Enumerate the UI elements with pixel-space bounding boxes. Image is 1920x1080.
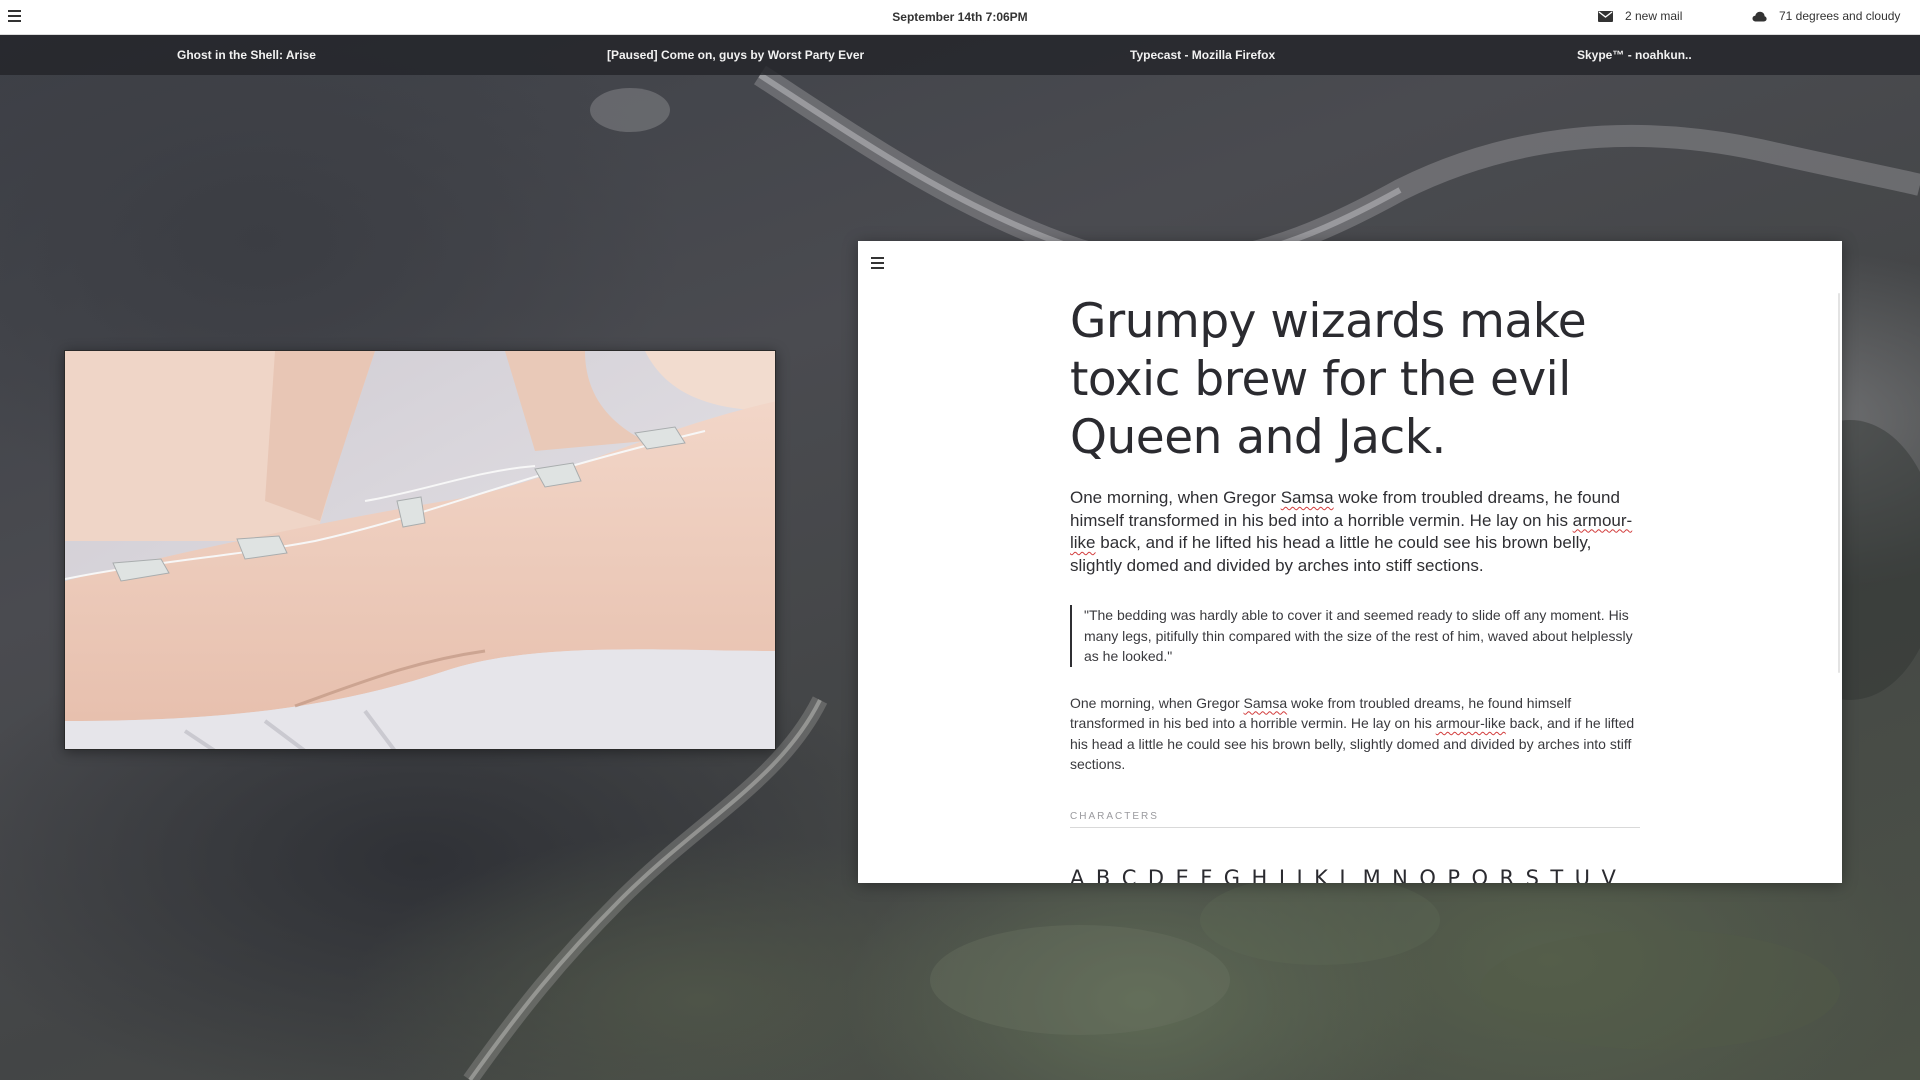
misspelled-word[interactable]: Samsa — [1281, 488, 1334, 507]
hamburger-icon[interactable] — [8, 10, 24, 24]
blockquote: "The bedding was hardly able to cover it… — [1070, 605, 1640, 667]
lead-text: back, and if he lifted his head a little… — [1070, 533, 1592, 575]
misspelled-word[interactable]: armour-like — [1436, 715, 1506, 731]
clock[interactable]: September 14th 7:06PM — [892, 10, 1027, 24]
page-title: Grumpy wizards make toxic brew for the e… — [1070, 294, 1587, 465]
mail-icon — [1598, 10, 1613, 22]
top-panel: September 14th 7:06PM 2 new mail 71 degr… — [0, 0, 1920, 35]
hamburger-icon[interactable] — [871, 257, 887, 271]
section-heading: CHARACTERS — [1070, 811, 1640, 828]
mail-label: 2 new mail — [1625, 9, 1683, 23]
task-ghost-in-the-shell[interactable]: Ghost in the Shell: Arise — [177, 48, 316, 62]
lead-text: One morning, when Gregor — [1070, 488, 1281, 507]
mail-indicator[interactable]: 2 new mail — [1598, 9, 1682, 23]
body-paragraph: One morning, when Gregor Samsa woke from… — [1070, 693, 1640, 775]
weather-label: 71 degrees and cloudy — [1779, 9, 1901, 23]
window-taskbar: Ghost in the Shell: Arise [Paused] Come … — [0, 35, 1920, 75]
cloud-icon — [1752, 11, 1767, 21]
scrollbar[interactable] — [1838, 293, 1840, 673]
task-music-player[interactable]: [Paused] Come on, guys by Worst Party Ev… — [607, 48, 864, 62]
alphabet-sample: A B C D E F G H I J K L M N O P Q R S T … — [1070, 865, 1619, 884]
misspelled-word[interactable]: Samsa — [1244, 695, 1288, 711]
weather-indicator[interactable]: 71 degrees and cloudy — [1752, 9, 1900, 23]
task-skype[interactable]: Skype™ - noahkun.. — [1577, 48, 1692, 62]
document-window: Grumpy wizards make toxic brew for the e… — [858, 241, 1842, 883]
body-text: One morning, when Gregor — [1070, 694, 1244, 711]
task-firefox[interactable]: Typecast - Mozilla Firefox — [1130, 48, 1275, 62]
video-frame — [65, 351, 775, 749]
video-player-window[interactable] — [64, 350, 776, 750]
lead-paragraph: One morning, when Gregor Samsa woke from… — [1070, 487, 1640, 577]
document-content: Grumpy wizards make toxic brew for the e… — [1070, 293, 1640, 883]
